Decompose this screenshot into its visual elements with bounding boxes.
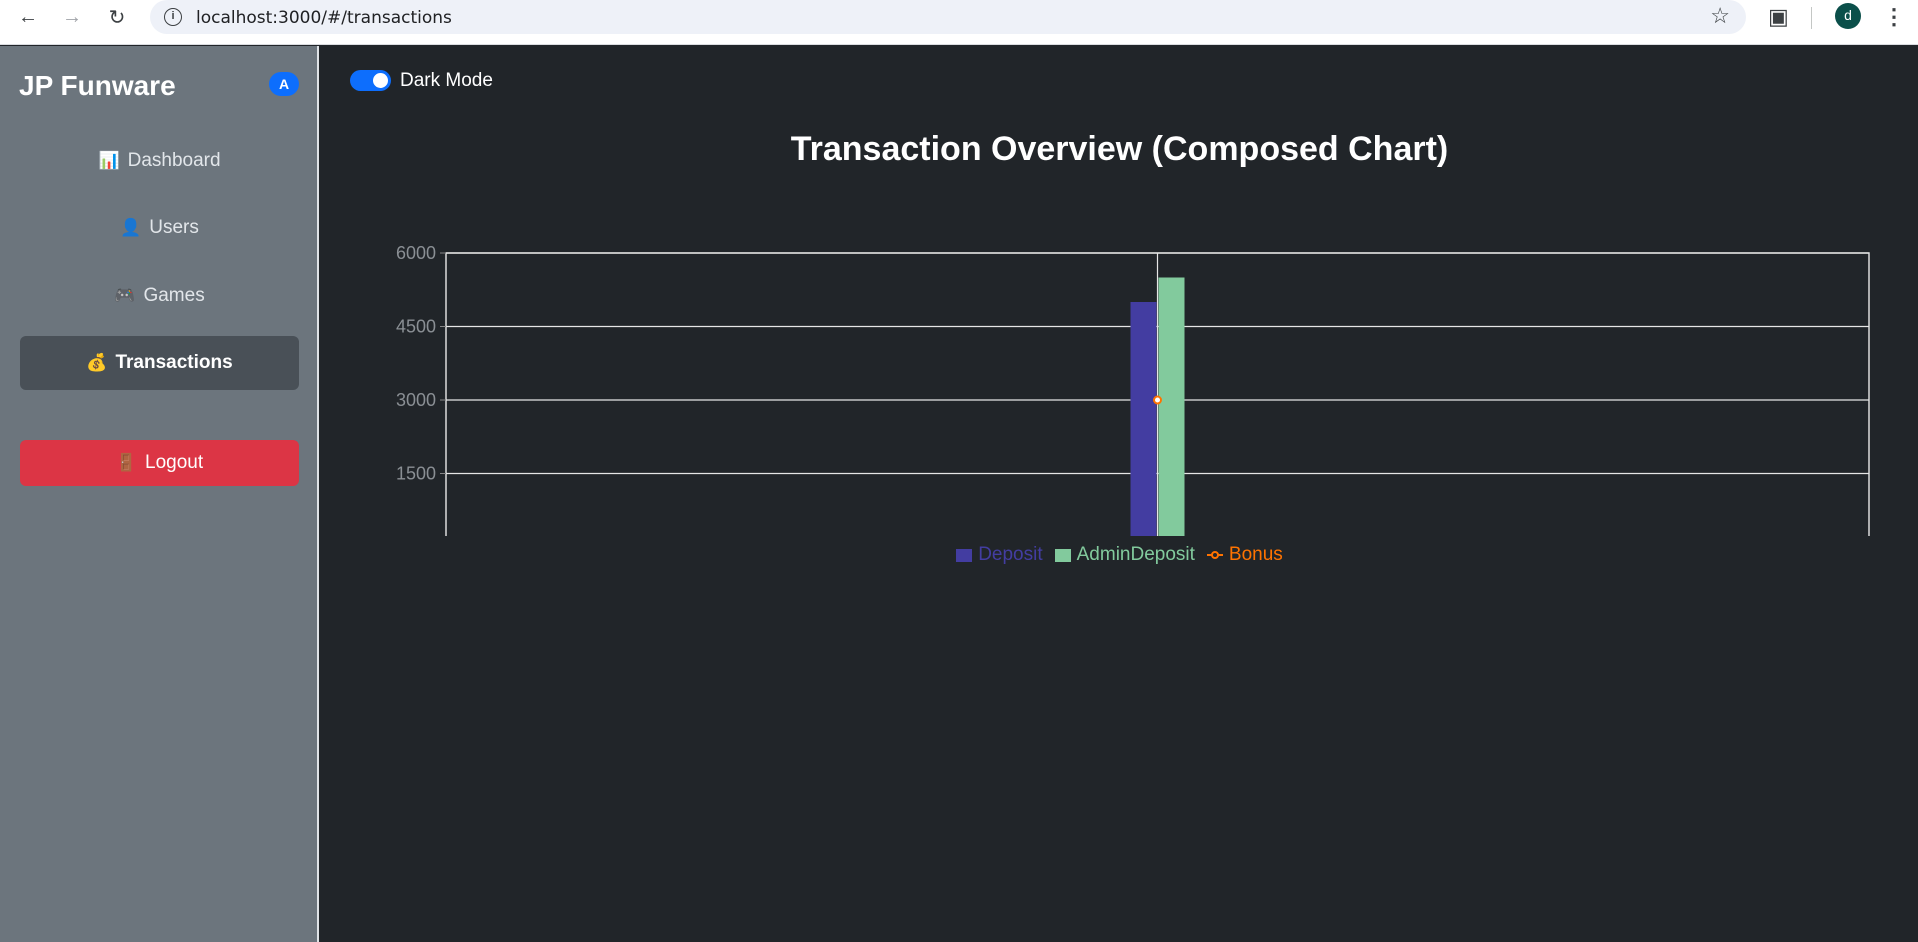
sidebar-item-dashboard[interactable]: 📊 Dashboard	[20, 134, 299, 188]
chart-title: Transaction Overview (Composed Chart)	[790, 130, 1449, 168]
gamepad-icon: 🎮	[114, 286, 136, 305]
legend-label: AdminDeposit	[1076, 544, 1195, 565]
legend-item-admin-deposit[interactable]: AdminDeposit	[1054, 544, 1195, 566]
bar-admin-deposit	[1158, 277, 1185, 536]
reload-icon[interactable]: ↻	[103, 3, 131, 31]
legend-label: Bonus	[1228, 544, 1283, 565]
sidebar-item-games[interactable]: 🎮 Games	[20, 269, 299, 323]
legend-swatch	[956, 548, 973, 562]
extensions-icon[interactable]: ▣	[1768, 4, 1789, 30]
forward-icon[interactable]: →	[58, 3, 86, 31]
composed-chart: 01500300045006000Stats	[396, 243, 1870, 536]
dark-mode-toggle[interactable]	[350, 70, 391, 91]
legend-line-marker	[1206, 551, 1223, 559]
main-content: Dark Mode Transaction Overview (Composed…	[321, 46, 1918, 942]
legend-label: Deposit	[978, 544, 1043, 565]
y-tick-label: 6000	[396, 243, 436, 263]
bookmark-star-icon[interactable]: ☆	[1710, 3, 1730, 29]
back-icon[interactable]: ←	[14, 3, 42, 31]
sidebar-item-users[interactable]: 👤 Users	[20, 201, 299, 255]
sidebar-item-label: Transactions	[115, 352, 233, 373]
logout-button[interactable]: 🚪 Logout	[20, 440, 299, 486]
line-point-bonus	[1153, 395, 1162, 405]
toggle-knob	[373, 73, 388, 88]
y-tick-label: 3000	[396, 390, 436, 410]
browser-toolbar: ← → ↻ i localhost:3000/#/transactions ☆ …	[0, 0, 1918, 45]
chart-legend: Deposit AdminDeposit Bonus	[321, 544, 1918, 566]
sidebar-item-transactions[interactable]: 💰 Transactions	[20, 336, 299, 390]
legend-item-deposit[interactable]: Deposit	[956, 544, 1043, 566]
logout-label: Logout	[145, 452, 204, 473]
chart-icon: 📊	[98, 151, 120, 170]
address-bar[interactable]: i localhost:3000/#/transactions ☆	[150, 0, 1746, 34]
legend-item-bonus[interactable]: Bonus	[1206, 544, 1283, 566]
site-info-icon[interactable]: i	[164, 8, 182, 26]
y-tick-label: 1500	[396, 464, 436, 484]
y-tick-label: 4500	[396, 317, 436, 337]
sidebar-item-label: Dashboard	[127, 150, 221, 171]
sidebar-item-label: Users	[149, 217, 199, 238]
browser-menu-icon[interactable]: ⋮	[1883, 4, 1905, 30]
door-icon: 🚪	[115, 453, 138, 472]
sidebar-item-label: Games	[143, 285, 205, 306]
toolbar-divider	[1811, 7, 1812, 29]
brand-badge: A	[269, 72, 299, 96]
brand-title: JP Funware	[19, 70, 176, 101]
dark-mode-label: Dark Mode	[400, 70, 493, 91]
legend-swatch	[1054, 548, 1071, 562]
sidebar: JP Funware A 📊 Dashboard 👤 Users 🎮 Games…	[0, 46, 319, 942]
url-text[interactable]: localhost:3000/#/transactions	[196, 8, 452, 28]
profile-avatar[interactable]: d	[1835, 3, 1861, 29]
bar-deposit	[1130, 302, 1157, 536]
user-icon: 👤	[120, 218, 142, 237]
money-bag-icon: 💰	[86, 353, 108, 372]
